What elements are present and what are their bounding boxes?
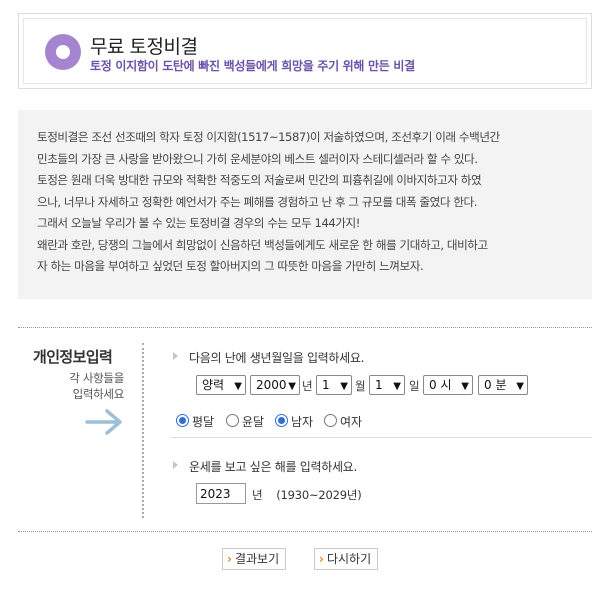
- day-select[interactable]: 1 ▼: [369, 375, 405, 395]
- form-divider: [171, 437, 592, 438]
- intro-line: 으나, 너무나 자세하고 정확한 예언서가 주는 폐해를 경험하고 난 후 그 …: [37, 194, 477, 209]
- intro-box: 토정비결은 조선 선조때의 학자 토정 이지함(1517~1587)이 저술하였…: [18, 110, 592, 299]
- day-unit: 일: [409, 379, 420, 393]
- target-year-unit: 년: [252, 488, 263, 502]
- select-value: 0 분: [484, 378, 507, 392]
- select-value: 양력: [202, 378, 225, 392]
- result-button-label: 결과보기: [234, 552, 280, 566]
- chevron-right-icon: ›: [227, 552, 232, 566]
- chevron-down-icon: ▼: [288, 381, 296, 392]
- result-button[interactable]: › 결과보기: [222, 548, 287, 570]
- bullet-icon: [173, 461, 178, 469]
- select-value: 1: [375, 378, 383, 392]
- birth-instruction: 다음의 난에 생년월일을 입력하세요.: [189, 351, 365, 365]
- intro-line: 토정은 원래 더욱 방대한 규모와 적확한 적중도의 저술로써 민간의 피흉취길…: [37, 173, 482, 187]
- chevron-down-icon: ▼: [461, 381, 469, 392]
- radio-normal-label: 평달: [192, 415, 215, 429]
- arrow-right-icon: [85, 409, 122, 435]
- chevron-down-icon: ▼: [340, 381, 348, 392]
- select-value: 0 시: [429, 378, 452, 392]
- intro-line: 자 하는 마음을 부여하고 싶었던 토정 할아버지의 그 따뜻한 마음을 가만히…: [37, 259, 424, 273]
- minute-select[interactable]: 0 분 ▼: [478, 375, 528, 395]
- bullet-icon: [173, 352, 178, 360]
- month-unit: 월: [355, 379, 366, 393]
- radio-male-label: 남자: [291, 415, 314, 429]
- vertical-divider: [142, 343, 144, 518]
- circle-icon: [45, 34, 81, 70]
- intro-line: 민초들의 가장 큰 사랑을 받아왔으니 가히 운세분야의 베스트 셀러이자 스테…: [37, 151, 478, 166]
- intro-line: 토정비결은 조선 선조때의 학자 토정 이지함(1517~1587)이 저술하였…: [37, 130, 500, 144]
- year-select[interactable]: 2000 ▼: [250, 375, 300, 395]
- radio-male[interactable]: [275, 414, 288, 427]
- chevron-down-icon: ▼: [234, 381, 242, 392]
- section-title: 개인정보입력: [33, 348, 113, 366]
- page-title: 무료 토정비결: [90, 36, 198, 58]
- chevron-down-icon: ▼: [393, 381, 401, 392]
- bottom-divider: [18, 531, 592, 532]
- top-divider: [18, 327, 592, 328]
- reset-button-label: 다시하기: [326, 552, 372, 566]
- hour-select[interactable]: 0 시 ▼: [423, 375, 473, 395]
- intro-line: 그래서 오늘날 우리가 볼 수 있는 토정비결 경우의 수는 모두 144가지!: [37, 216, 360, 230]
- intro-line: 왜란과 호란, 당쟁의 그늘에서 희망없이 신음하던 백성들에게도 새로운 한 …: [37, 237, 488, 252]
- radio-leap-month[interactable]: [226, 414, 239, 427]
- section-desc: 각 사항들을 입력하세요: [44, 370, 124, 402]
- year-unit: 년: [302, 379, 313, 393]
- page-subtitle: 토정 이지함이 도탄에 빠진 백성들에게 희망을 주기 위해 만든 비결: [90, 59, 415, 73]
- radio-leap-label: 윤달: [242, 415, 265, 429]
- section-desc-line: 입력하세요: [72, 387, 125, 401]
- header-inner: 무료 토정비결 토정 이지함이 도탄에 빠진 백성들에게 희망을 주기 위해 만…: [23, 18, 587, 84]
- header-box: 무료 토정비결 토정 이지함이 도탄에 빠진 백성들에게 희망을 주기 위해 만…: [18, 13, 592, 89]
- target-year-range: (1930~2029년): [276, 488, 362, 502]
- radio-female-label: 여자: [340, 415, 363, 429]
- select-value: 1: [322, 378, 330, 392]
- month-select[interactable]: 1 ▼: [316, 375, 352, 395]
- target-year-note: 년 (1930~2029년): [252, 487, 362, 503]
- reset-button[interactable]: › 다시하기: [314, 548, 379, 570]
- target-instruction: 운세를 보고 싶은 해를 입력하세요.: [189, 460, 357, 474]
- chevron-right-icon: ›: [319, 552, 324, 566]
- target-year-input[interactable]: [196, 483, 246, 504]
- select-value: 2000: [256, 378, 287, 392]
- radio-female[interactable]: [324, 414, 337, 427]
- section-desc-line: 각 사항들을: [69, 371, 124, 385]
- chevron-down-icon: ▼: [516, 381, 524, 392]
- calendar-type-select[interactable]: 양력 ▼: [196, 375, 246, 395]
- radio-normal-month[interactable]: [176, 414, 189, 427]
